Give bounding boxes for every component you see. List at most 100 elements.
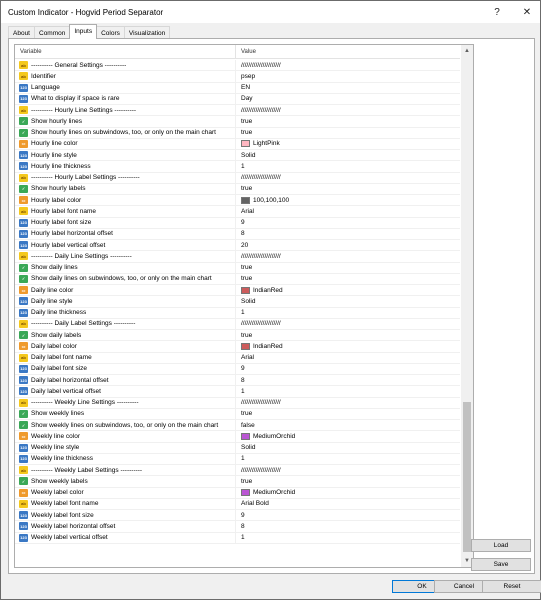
input-value-cell[interactable]: 8 — [236, 229, 460, 239]
input-value-cell[interactable]: EN — [236, 83, 460, 93]
input-value-cell[interactable]: Solid — [236, 150, 460, 160]
input-value-text[interactable]: LightPink — [253, 140, 280, 147]
input-value-cell[interactable]: 8 — [236, 375, 460, 385]
input-value-cell[interactable]: psep — [236, 71, 460, 81]
input-row[interactable]: ▭ Hourly label color 100,100,100 — [15, 195, 460, 207]
input-row[interactable]: 123 Daily label font size 9 — [15, 363, 460, 375]
input-value-cell[interactable]: 8 — [236, 521, 460, 531]
input-row[interactable]: 123 What to display if space is rare Day — [15, 93, 460, 105]
input-row[interactable]: 123 Weekly label vertical offset 1 — [15, 532, 460, 544]
input-row[interactable]: ✓ Show weekly lines true — [15, 408, 460, 420]
input-value-text[interactable]: true — [241, 129, 252, 136]
input-value-cell[interactable]: true — [236, 116, 460, 126]
input-value-text[interactable]: Arial — [241, 208, 254, 215]
input-value-text[interactable]: IndianRed — [253, 343, 283, 350]
input-value-cell[interactable]: Solid — [236, 443, 460, 453]
color-swatch[interactable] — [241, 432, 250, 440]
input-value-cell[interactable]: MediumOrchid — [236, 431, 460, 441]
input-row[interactable]: ▭ Weekly line color MediumOrchid — [15, 431, 460, 443]
color-swatch[interactable] — [241, 489, 250, 497]
input-row[interactable]: ab ---------- Hourly Label Settings -----… — [15, 172, 460, 184]
input-value-cell[interactable]: 1 — [236, 386, 460, 396]
input-value-cell[interactable]: 9 — [236, 364, 460, 374]
input-value-text[interactable]: ////////////////////// — [241, 399, 281, 406]
color-swatch[interactable] — [241, 342, 250, 350]
input-value-cell[interactable]: 100,100,100 — [236, 195, 460, 205]
input-value-cell[interactable]: Arial Bold — [236, 499, 460, 509]
save-button[interactable]: Save — [471, 558, 531, 571]
input-row[interactable]: ab ---------- Hourly Line Settings ------… — [15, 105, 460, 117]
input-value-cell[interactable]: true — [236, 274, 460, 284]
input-value-cell[interactable]: true — [236, 330, 460, 340]
input-row[interactable]: 123 Weekly line style Solid — [15, 442, 460, 454]
input-value-cell[interactable]: ////////////////////// — [236, 105, 460, 115]
input-row[interactable]: 123 Weekly line thickness 1 — [15, 453, 460, 465]
input-value-text[interactable]: 1 — [241, 388, 245, 395]
color-swatch[interactable] — [241, 196, 250, 204]
input-row[interactable]: ab ---------- General Settings ----------… — [15, 60, 460, 72]
close-icon[interactable]: ✕ — [515, 3, 539, 21]
input-row[interactable]: 123 Hourly line thickness 1 — [15, 161, 460, 173]
input-row[interactable]: ▭ Hourly line color LightPink — [15, 138, 460, 150]
input-row[interactable]: ✓ Show hourly labels true — [15, 183, 460, 195]
input-value-text[interactable]: true — [241, 185, 252, 192]
input-value-text[interactable]: Solid — [241, 152, 255, 159]
input-value-text[interactable]: Day — [241, 95, 253, 102]
input-value-text[interactable]: true — [241, 264, 252, 271]
color-swatch[interactable] — [241, 286, 250, 294]
input-value-text[interactable]: ////////////////////// — [241, 174, 281, 181]
input-row[interactable]: 123 Hourly label font size 9 — [15, 217, 460, 229]
input-value-cell[interactable]: ////////////////////// — [236, 60, 460, 70]
input-value-text[interactable]: true — [241, 410, 252, 417]
input-row[interactable]: ab Weekly label font name Arial Bold — [15, 498, 460, 510]
input-row[interactable]: ✓ Show daily lines on subwindows, too, or… — [15, 273, 460, 285]
input-value-cell[interactable]: true — [236, 476, 460, 486]
input-value-text[interactable]: 20 — [241, 242, 248, 249]
input-value-cell[interactable]: ////////////////////// — [236, 398, 460, 408]
input-value-cell[interactable]: true — [236, 184, 460, 194]
input-row[interactable]: 123 Daily label vertical offset 1 — [15, 386, 460, 398]
scroll-up-icon[interactable]: ▲ — [461, 45, 473, 57]
input-value-text[interactable]: 9 — [241, 365, 245, 372]
input-row[interactable]: 123 Weekly label horizontal offset 8 — [15, 521, 460, 533]
input-value-cell[interactable]: MediumOrchid — [236, 488, 460, 498]
input-row[interactable]: 123 Hourly label horizontal offset 8 — [15, 228, 460, 240]
vertical-scrollbar[interactable]: ▲ ▼ — [461, 45, 473, 567]
input-value-text[interactable]: true — [241, 478, 252, 485]
input-value-cell[interactable]: false — [236, 420, 460, 430]
input-value-text[interactable]: Arial — [241, 354, 254, 361]
input-row[interactable]: ab ---------- Weekly Label Settings -----… — [15, 465, 460, 477]
scrollbar-thumb[interactable] — [463, 402, 471, 552]
input-value-cell[interactable]: IndianRed — [236, 285, 460, 295]
input-row[interactable]: ab Daily label font name Arial — [15, 352, 460, 364]
input-value-text[interactable]: Solid — [241, 444, 255, 451]
input-value-cell[interactable]: Arial — [236, 353, 460, 363]
input-row[interactable]: ab ---------- Weekly Line Settings ------… — [15, 397, 460, 409]
input-row[interactable]: 123 Hourly label vertical offset 20 — [15, 240, 460, 252]
input-value-text[interactable]: ////////////////////// — [241, 320, 281, 327]
input-value-text[interactable]: 1 — [241, 455, 245, 462]
input-row[interactable]: ✓ Show daily labels true — [15, 330, 460, 342]
input-value-text[interactable]: ////////////////////// — [241, 253, 281, 260]
column-header-variable[interactable]: Variable — [15, 45, 236, 59]
input-value-cell[interactable]: true — [236, 263, 460, 273]
input-row[interactable]: ab ---------- Daily Label Settings ------… — [15, 318, 460, 330]
tab-inputs[interactable]: Inputs — [69, 24, 98, 39]
input-value-text[interactable]: 1 — [241, 163, 245, 170]
input-value-text[interactable]: ////////////////////// — [241, 62, 281, 69]
input-value-cell[interactable]: LightPink — [236, 139, 460, 149]
load-button[interactable]: Load — [471, 539, 531, 552]
input-row[interactable]: 123 Weekly label font size 9 — [15, 510, 460, 522]
input-value-cell[interactable]: 1 — [236, 454, 460, 464]
input-row[interactable]: ✓ Show hourly lines true — [15, 116, 460, 128]
input-value-cell[interactable]: Solid — [236, 296, 460, 306]
input-value-cell[interactable]: true — [236, 409, 460, 419]
input-row[interactable]: ✓ Show weekly lines on subwindows, too, o… — [15, 420, 460, 432]
input-value-cell[interactable]: Day — [236, 94, 460, 104]
color-swatch[interactable] — [241, 140, 250, 148]
input-value-text[interactable]: 100,100,100 — [253, 197, 289, 204]
input-value-text[interactable]: 8 — [241, 377, 245, 384]
input-row[interactable]: ▭ Weekly label color MediumOrchid — [15, 487, 460, 499]
input-value-cell[interactable]: 1 — [236, 533, 460, 543]
input-row[interactable]: ✓ Show weekly labels true — [15, 476, 460, 488]
